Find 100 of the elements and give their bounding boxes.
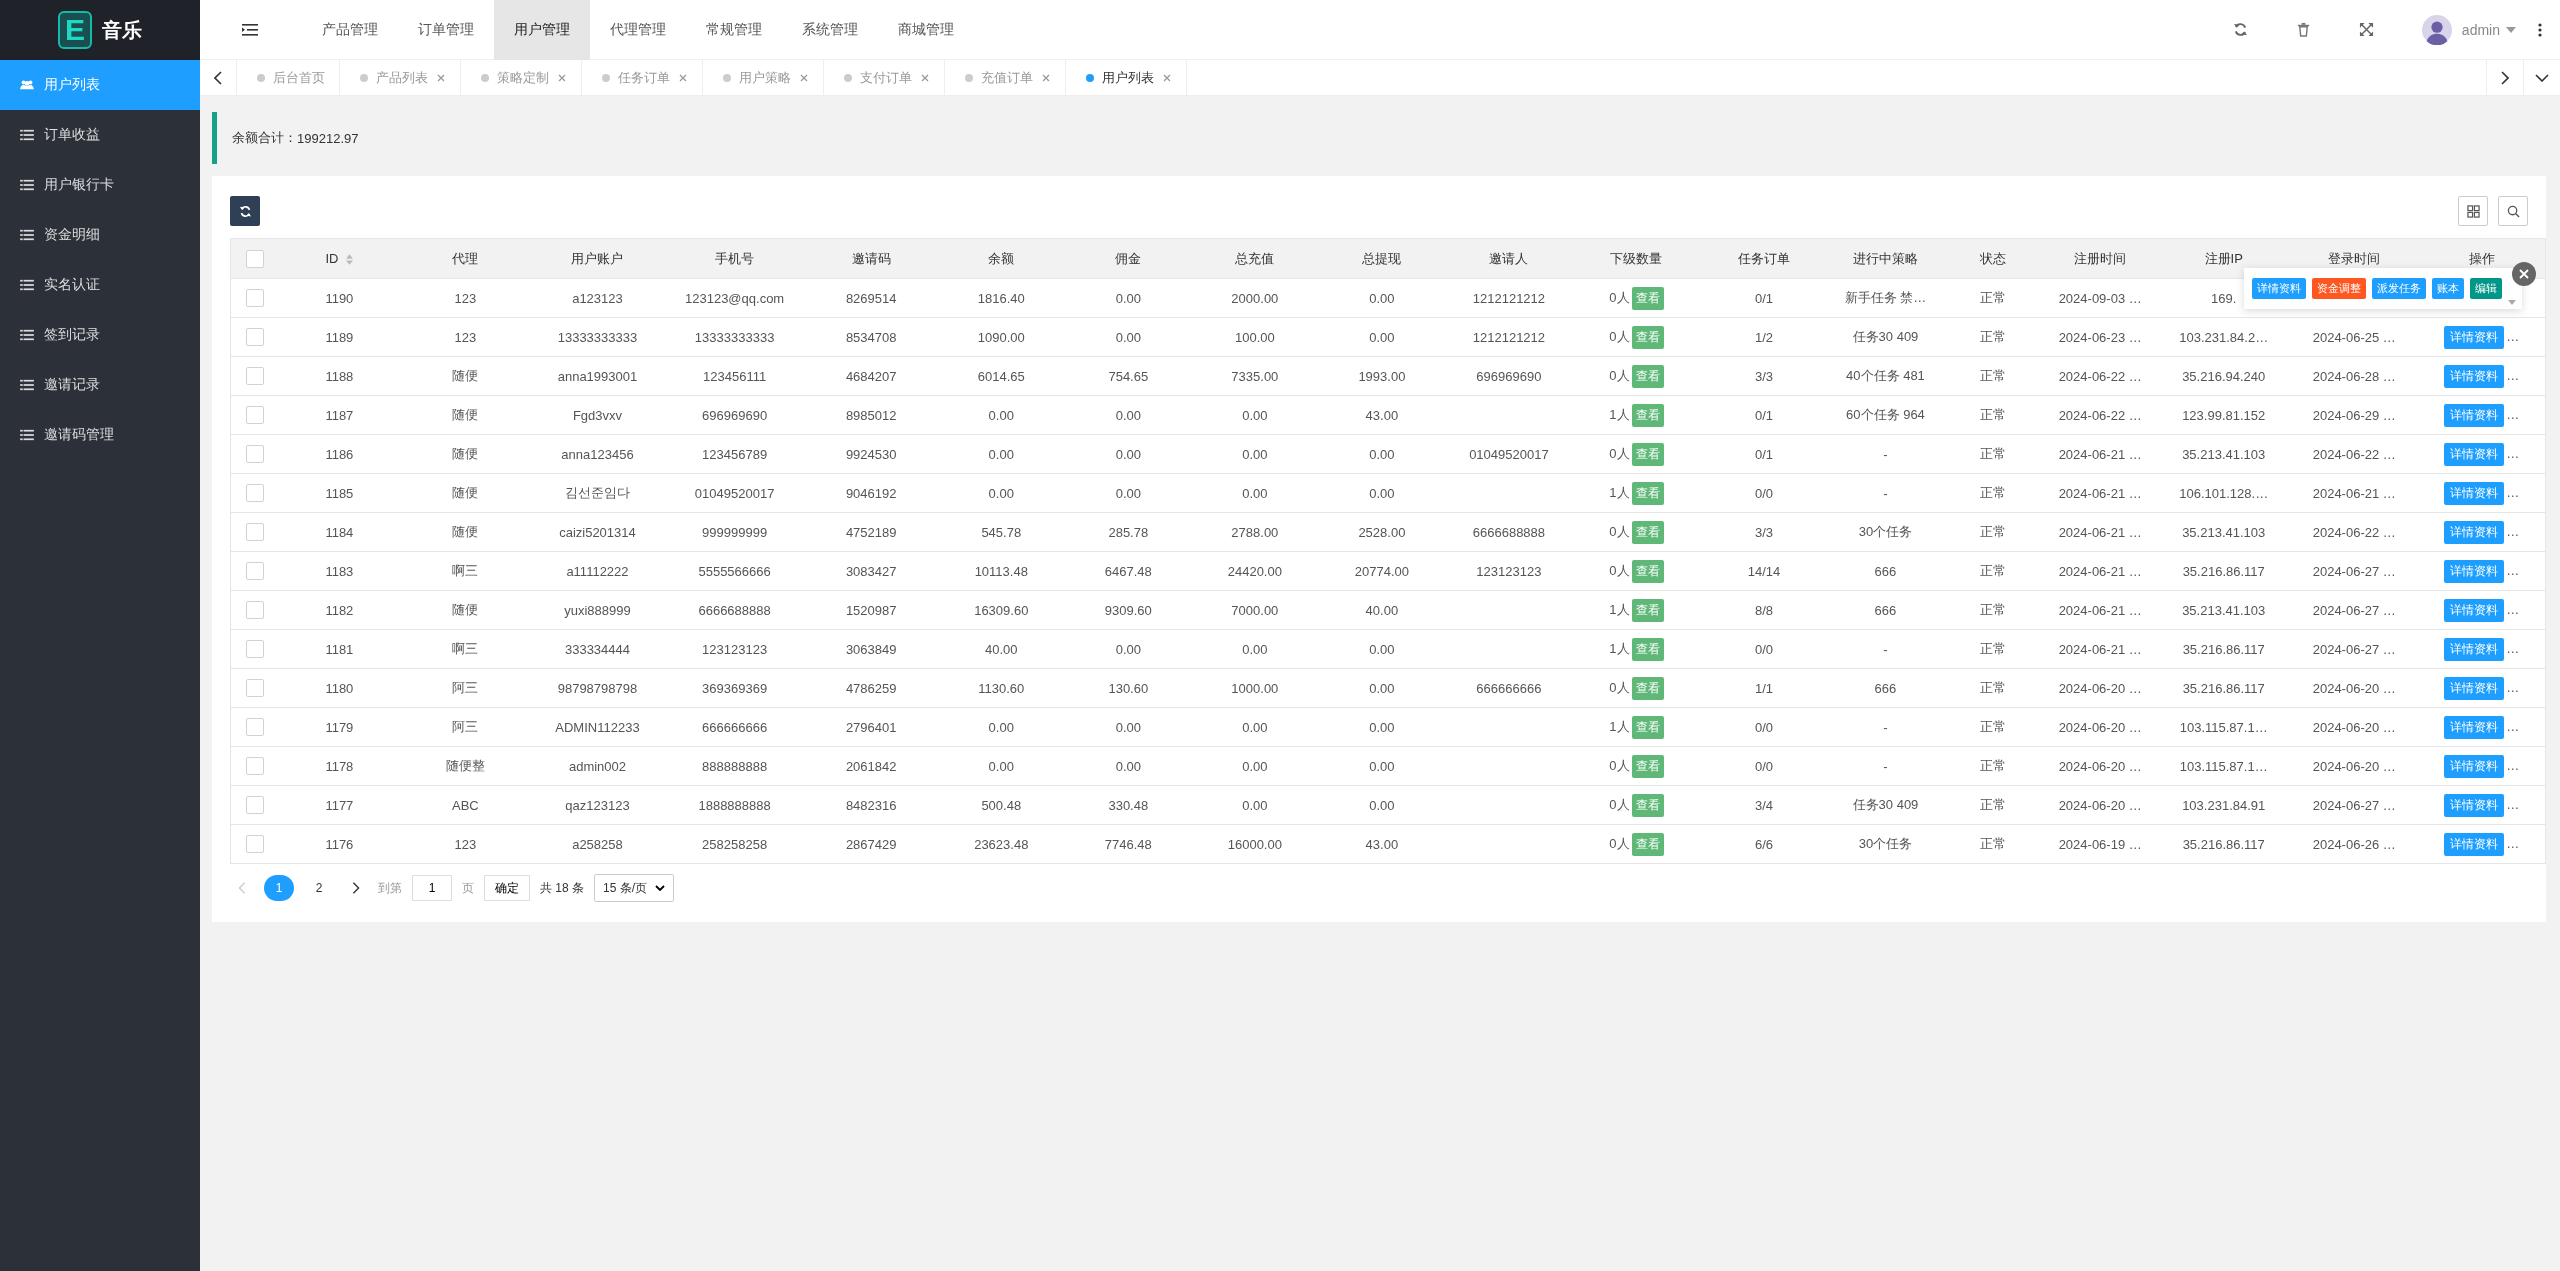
view-button[interactable]: 查看 — [1631, 637, 1664, 661]
view-button[interactable]: 查看 — [1631, 325, 1664, 349]
close-icon[interactable] — [799, 72, 809, 83]
previous-page-icon[interactable] — [238, 882, 246, 894]
page-tab[interactable]: 支付订单 — [824, 60, 945, 95]
refresh-icon[interactable] — [2232, 22, 2248, 37]
action-button[interactable]: 编辑 — [2470, 278, 2502, 299]
action-button[interactable]: 派发任务 — [2372, 278, 2426, 299]
row-checkbox[interactable] — [245, 640, 264, 658]
menu-icon[interactable] — [242, 22, 258, 37]
row-checkbox[interactable] — [245, 835, 264, 853]
close-icon[interactable] — [436, 72, 446, 83]
trash-icon[interactable] — [2295, 22, 2311, 37]
details-button[interactable]: 详情资料 — [2444, 520, 2505, 544]
row-checkbox[interactable] — [245, 523, 264, 541]
page-tab[interactable]: 任务订单 — [582, 60, 703, 95]
page-tab[interactable]: 产品列表 — [340, 60, 461, 95]
page-link[interactable]: 2 — [304, 875, 334, 901]
view-button[interactable]: 查看 — [1631, 481, 1664, 505]
page-tab[interactable]: 充值订单 — [945, 60, 1066, 95]
user-name[interactable]: admin — [2461, 21, 2500, 38]
view-button[interactable]: 查看 — [1631, 793, 1664, 817]
refresh-button[interactable] — [230, 196, 260, 226]
view-button[interactable]: 查看 — [1631, 598, 1664, 622]
nav-tab[interactable]: 常规管理 — [686, 0, 782, 60]
row-checkbox[interactable] — [245, 484, 264, 502]
view-button[interactable]: 查看 — [1631, 403, 1664, 427]
close-icon[interactable] — [1041, 72, 1051, 83]
select-all-checkbox[interactable] — [245, 249, 264, 268]
avatar[interactable] — [2421, 14, 2452, 45]
details-button[interactable]: 详情资料 — [2444, 403, 2505, 427]
details-button[interactable]: 详情资料 — [2444, 715, 2505, 739]
details-button[interactable]: 详情资料 — [2444, 364, 2505, 388]
details-button[interactable]: 详情资料 — [2444, 637, 2505, 661]
caret-icon[interactable] — [2506, 26, 2516, 33]
nav-tab[interactable]: 代理管理 — [590, 0, 686, 60]
sidebar-item[interactable]: 邀请记录 — [0, 360, 200, 410]
row-checkbox[interactable] — [245, 718, 264, 736]
sidebar-item[interactable]: 实名认证 — [0, 260, 200, 310]
scroll-arrow-icon[interactable] — [2508, 300, 2516, 305]
next-page-icon[interactable] — [352, 882, 360, 894]
row-checkbox[interactable] — [245, 757, 264, 775]
page-tab[interactable]: 用户列表 — [1066, 60, 1187, 95]
sidebar-item[interactable]: 资金明细 — [0, 210, 200, 260]
fullscreen-icon[interactable] — [2358, 22, 2374, 37]
nav-tab[interactable]: 产品管理 — [302, 0, 398, 60]
view-button[interactable]: 查看 — [1631, 364, 1664, 388]
page-size-select[interactable]: 15 条/页 — [594, 874, 675, 902]
page-link[interactable]: 1 — [264, 875, 294, 901]
confirm-button[interactable]: 确定 — [484, 875, 530, 901]
page-tab[interactable]: 后台首页 — [237, 60, 340, 95]
view-button[interactable]: 查看 — [1631, 559, 1664, 583]
row-checkbox[interactable] — [245, 328, 264, 346]
view-button[interactable]: 查看 — [1631, 832, 1664, 856]
more-icon[interactable] — [2538, 22, 2542, 37]
view-button[interactable]: 查看 — [1631, 286, 1664, 310]
details-button[interactable]: 详情资料 — [2444, 754, 2505, 778]
close-icon[interactable] — [2512, 262, 2536, 286]
details-button[interactable]: 详情资料 — [2444, 442, 2505, 466]
close-icon[interactable] — [1162, 72, 1172, 83]
view-button[interactable]: 查看 — [1631, 754, 1664, 778]
row-checkbox[interactable] — [245, 601, 264, 619]
details-button[interactable]: 详情资料 — [2444, 793, 2505, 817]
row-checkbox[interactable] — [245, 367, 264, 385]
view-button[interactable]: 查看 — [1631, 442, 1664, 466]
details-button[interactable]: 详情资料 — [2444, 559, 2505, 583]
page-tab[interactable]: 策略定制 — [461, 60, 582, 95]
nav-tab[interactable]: 商城管理 — [878, 0, 974, 60]
nav-tab[interactable]: 系统管理 — [782, 0, 878, 60]
sort-icon[interactable] — [346, 254, 354, 266]
nav-tab[interactable]: 订单管理 — [398, 0, 494, 60]
details-button[interactable]: 详情资料 — [2444, 325, 2505, 349]
nav-tab[interactable]: 用户管理 — [494, 0, 590, 60]
page-tab[interactable]: 用户策略 — [703, 60, 824, 95]
page-input[interactable]: 1 — [412, 875, 452, 901]
view-button[interactable]: 查看 — [1631, 715, 1664, 739]
view-button[interactable]: 查看 — [1631, 676, 1664, 700]
sidebar-item[interactable]: 邀请码管理 — [0, 410, 200, 460]
details-button[interactable]: 详情资料 — [2444, 832, 2505, 856]
row-checkbox[interactable] — [245, 289, 264, 307]
details-button[interactable]: 详情资料 — [2444, 676, 2505, 700]
columns-button[interactable] — [2458, 196, 2488, 226]
action-button[interactable]: 账本 — [2432, 278, 2464, 299]
close-icon[interactable] — [678, 72, 688, 83]
sidebar-item[interactable]: 订单收益 — [0, 110, 200, 160]
row-checkbox[interactable] — [245, 679, 264, 697]
row-checkbox[interactable] — [245, 445, 264, 463]
row-checkbox[interactable] — [245, 406, 264, 424]
close-icon[interactable] — [557, 72, 567, 83]
row-checkbox[interactable] — [245, 562, 264, 580]
action-button[interactable]: 详情资料 — [2252, 278, 2306, 299]
sidebar-item[interactable]: 用户列表 — [0, 60, 200, 110]
details-button[interactable]: 详情资料 — [2444, 481, 2505, 505]
search-button[interactable] — [2498, 196, 2528, 226]
close-icon[interactable] — [920, 72, 930, 83]
view-button[interactable]: 查看 — [1631, 520, 1664, 544]
action-button[interactable]: 资金调整 — [2312, 278, 2366, 299]
row-checkbox[interactable] — [245, 796, 264, 814]
sidebar-item[interactable]: 用户银行卡 — [0, 160, 200, 210]
details-button[interactable]: 详情资料 — [2444, 598, 2505, 622]
